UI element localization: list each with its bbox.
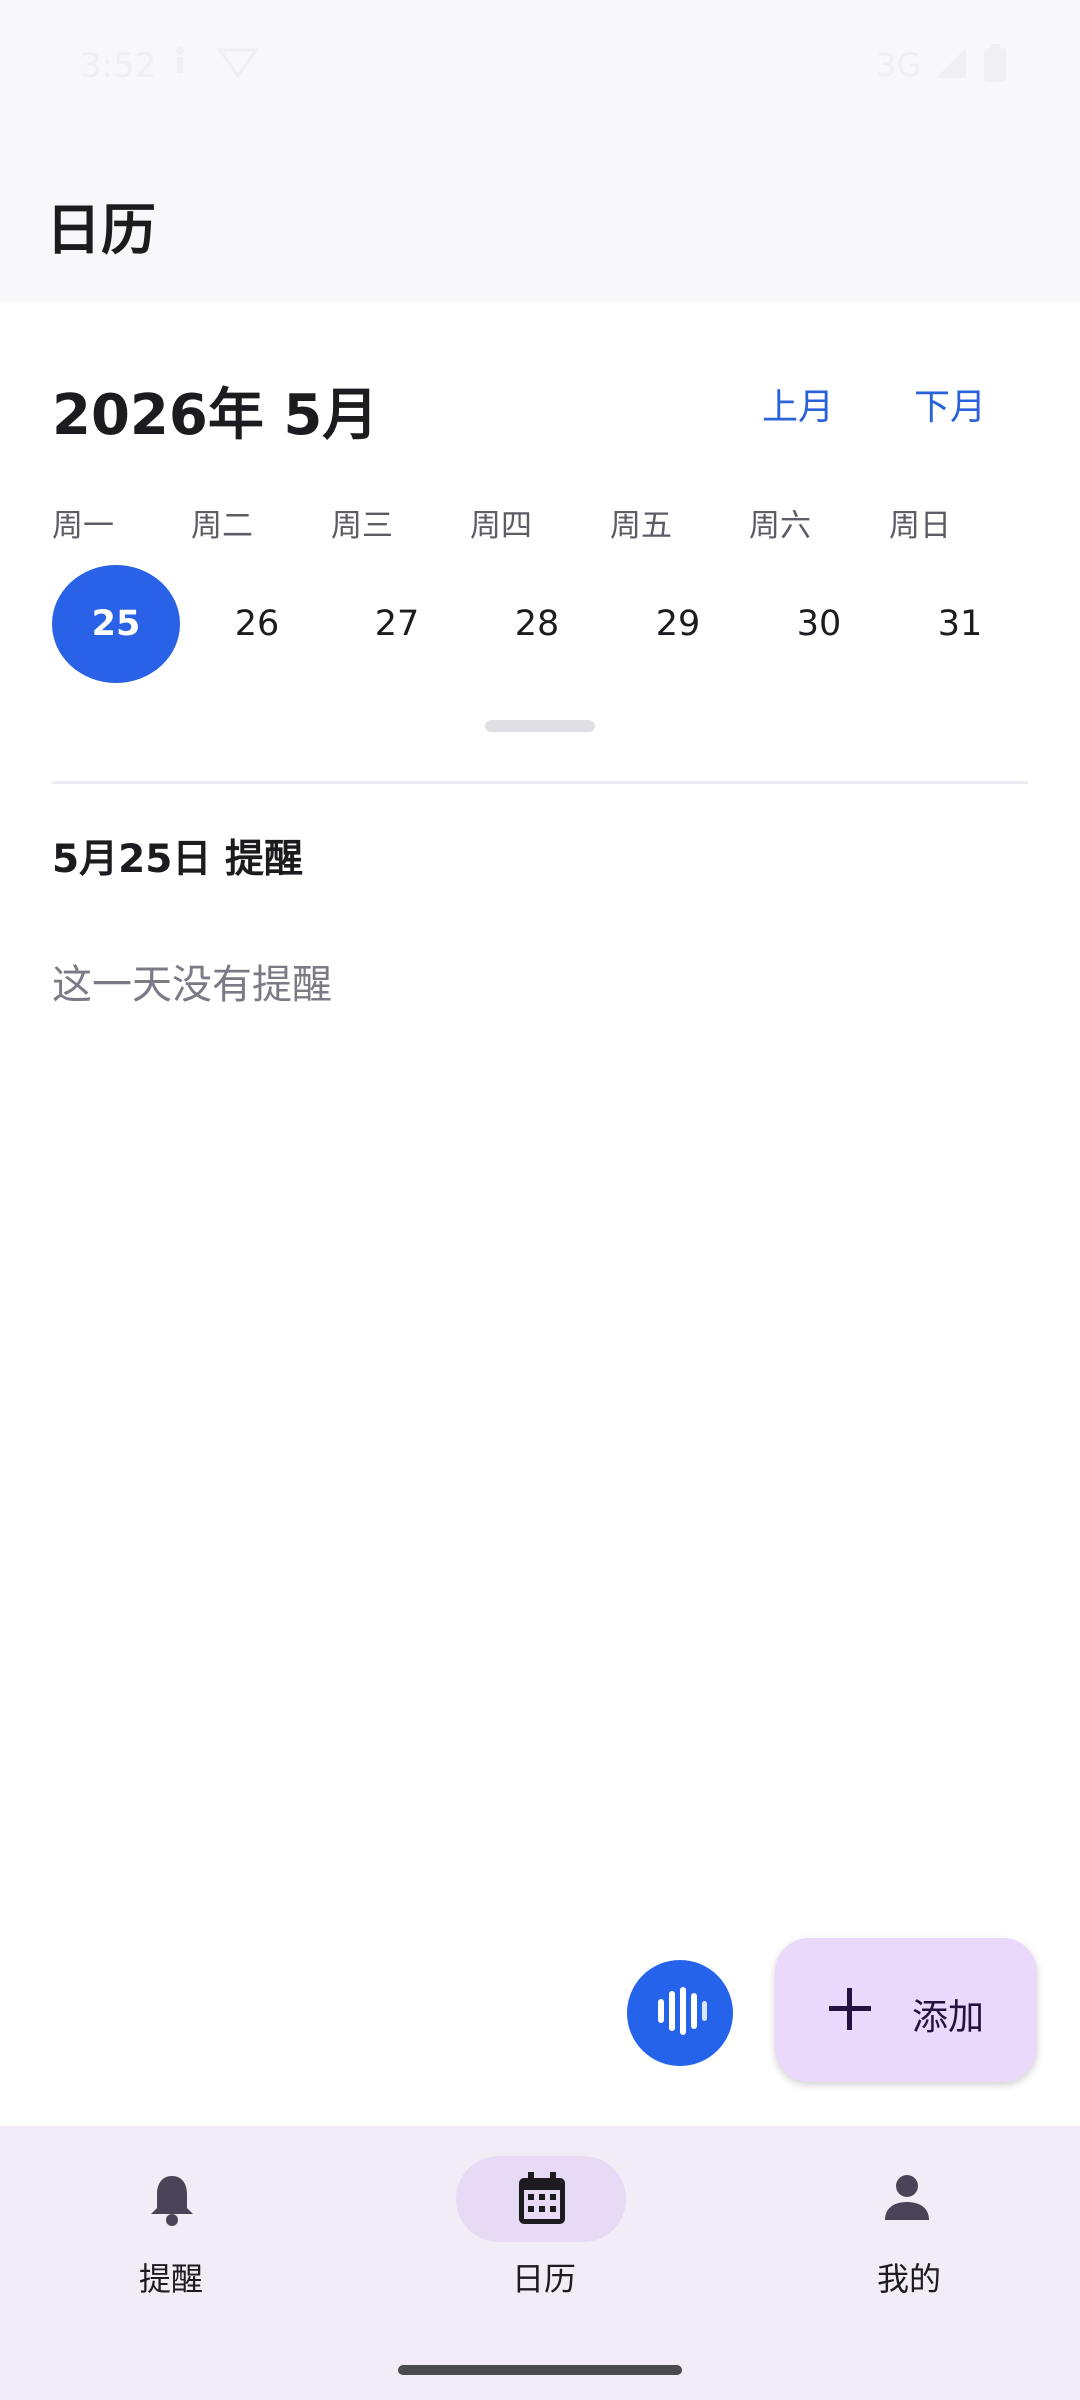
month-title: 2026年 5月 bbox=[52, 383, 379, 448]
bottom-navigation: 提醒 日历 我的 bbox=[0, 2126, 1080, 2400]
nav-label: 提醒 bbox=[138, 2260, 203, 2298]
bell-icon bbox=[146, 2172, 198, 2226]
home-indicator[interactable] bbox=[398, 2365, 682, 2375]
calendar-icon bbox=[516, 2172, 568, 2224]
battery-icon bbox=[984, 44, 1006, 86]
plus-icon bbox=[827, 1986, 873, 2036]
app-bar: 日历 bbox=[0, 135, 1080, 302]
weekday-row: 周一 周二 周三 周四 周五 周六 周日 bbox=[52, 500, 1032, 550]
date-cell[interactable]: 26 bbox=[193, 565, 321, 683]
weekday-label: 周二 bbox=[191, 508, 253, 544]
calendar-drag-handle[interactable] bbox=[485, 720, 595, 732]
nav-item-profile[interactable]: 我的 bbox=[735, 2126, 1035, 2326]
month-header: 2026年 5月 上月 下月 bbox=[0, 330, 1080, 480]
weekday-label: 周四 bbox=[470, 508, 532, 544]
accessibility-icon bbox=[168, 46, 192, 82]
prev-month-button[interactable]: 上月 bbox=[762, 378, 834, 430]
week-dates-row: 25 26 27 28 29 30 31 bbox=[52, 565, 1032, 683]
nav-item-calendar[interactable]: 日历 bbox=[370, 2126, 670, 2326]
weekday-label: 周三 bbox=[331, 508, 393, 544]
person-icon bbox=[881, 2172, 933, 2224]
date-cell[interactable]: 30 bbox=[755, 565, 883, 683]
date-cell[interactable]: 27 bbox=[333, 565, 461, 683]
weekday-label: 周五 bbox=[610, 508, 672, 544]
next-month-button[interactable]: 下月 bbox=[914, 378, 986, 430]
divider bbox=[52, 781, 1028, 784]
date-cell-selected[interactable]: 25 bbox=[52, 565, 180, 683]
reminders-section-title: 5月25日 提醒 bbox=[52, 837, 303, 882]
weekday-label: 周六 bbox=[749, 508, 811, 544]
voice-wave-icon bbox=[650, 1981, 710, 2045]
nav-label: 我的 bbox=[876, 2260, 941, 2298]
weekday-label: 周日 bbox=[889, 508, 951, 544]
nav-label: 日历 bbox=[511, 2260, 576, 2298]
date-cell[interactable]: 29 bbox=[614, 565, 742, 683]
add-reminder-button[interactable]: 添加 bbox=[775, 1938, 1037, 2082]
status-bar: 3:52 3G bbox=[0, 0, 1080, 135]
page-title: 日历 bbox=[46, 198, 157, 262]
weekday-label: 周一 bbox=[52, 508, 114, 544]
signal-icon bbox=[934, 46, 968, 84]
network-type: 3G bbox=[876, 46, 922, 84]
nav-item-reminders[interactable]: 提醒 bbox=[0, 2126, 300, 2326]
vpn-icon bbox=[217, 46, 259, 82]
date-cell[interactable]: 31 bbox=[896, 565, 1024, 683]
status-time: 3:52 bbox=[80, 46, 157, 86]
date-cell[interactable]: 28 bbox=[473, 565, 601, 683]
voice-input-button[interactable] bbox=[627, 1960, 733, 2066]
add-button-label: 添加 bbox=[912, 1997, 985, 2038]
empty-reminders-text: 这一天没有提醒 bbox=[52, 962, 332, 1008]
